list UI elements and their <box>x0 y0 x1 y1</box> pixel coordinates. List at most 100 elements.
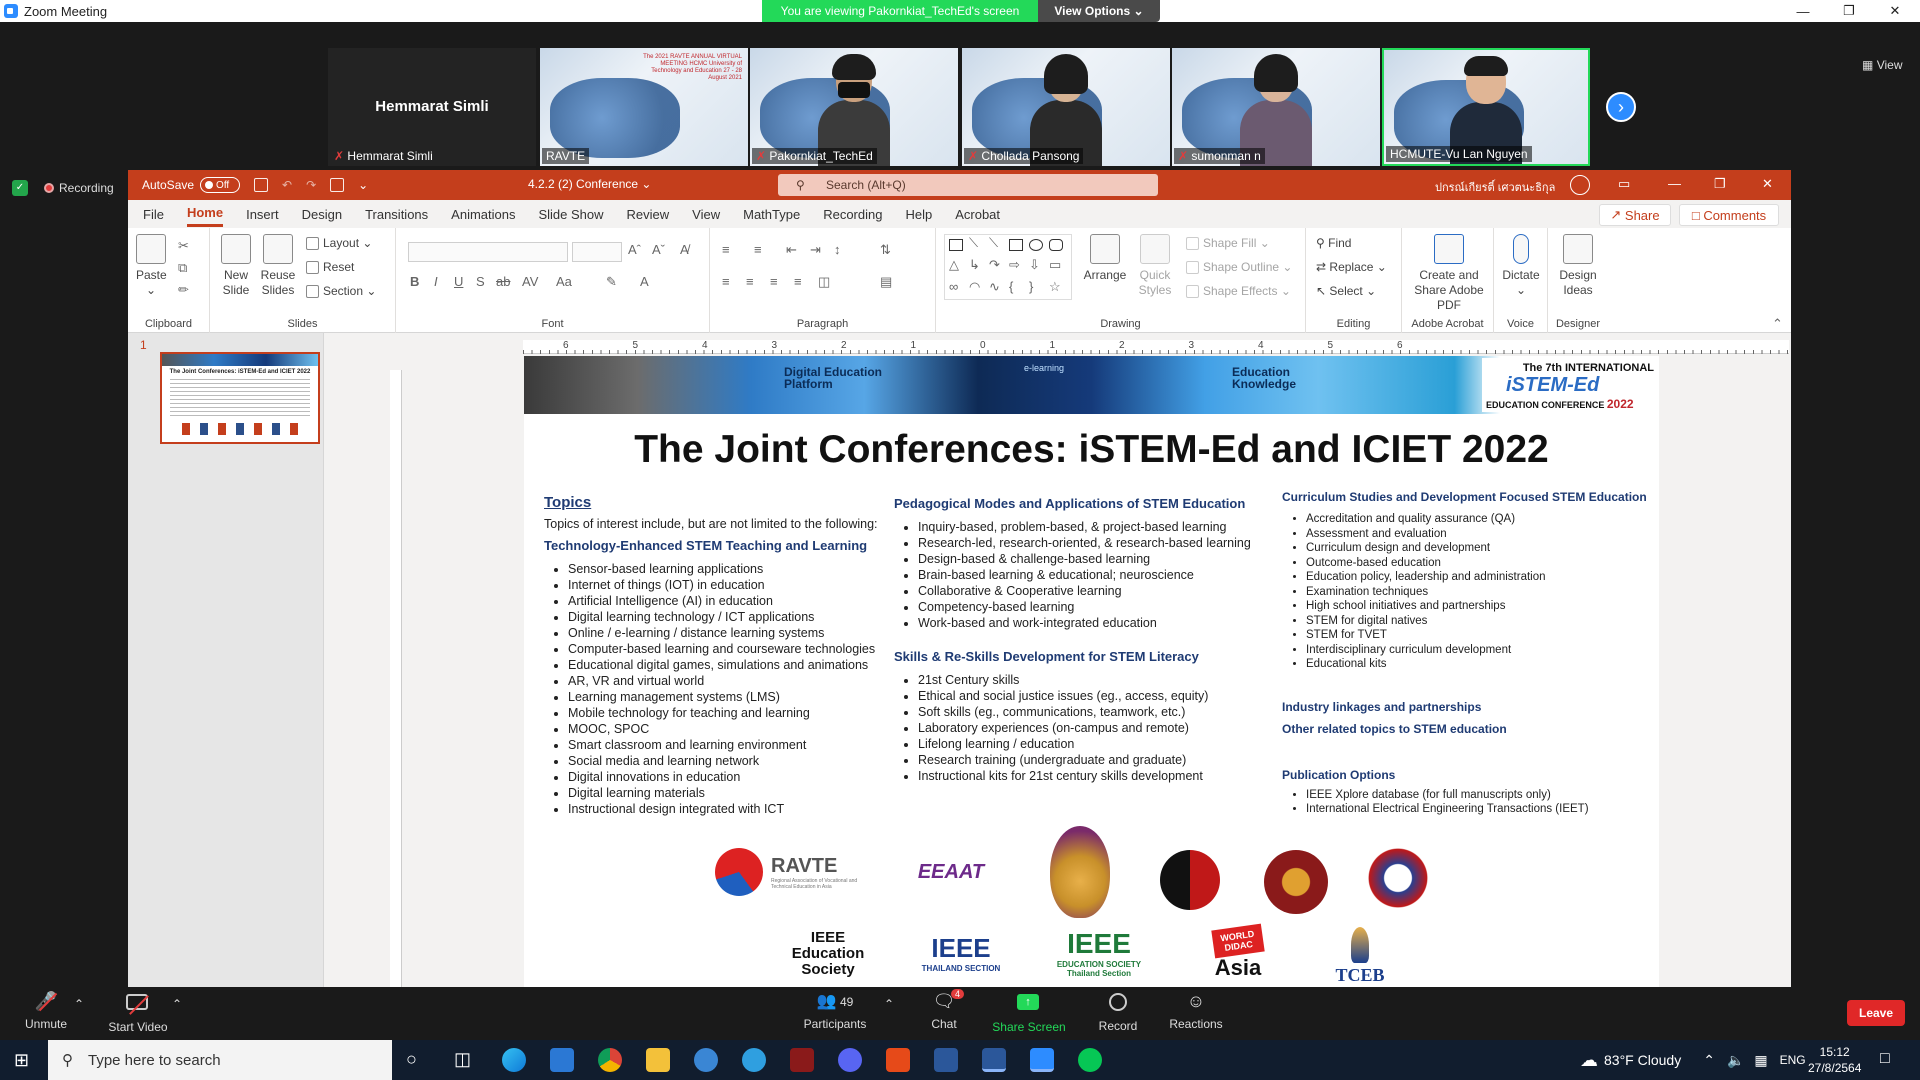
text-direction-icon[interactable]: ⇅ <box>880 242 891 258</box>
tab-view[interactable]: View <box>692 203 720 226</box>
new-slide-button[interactable]: New Slide <box>218 234 254 298</box>
font-color-icon[interactable]: A <box>640 274 649 289</box>
reset-button[interactable]: Reset <box>306 260 354 274</box>
participant-tile[interactable]: The 2021 RAVTE ANNUAL VIRTUAL MEETING HC… <box>540 48 748 166</box>
participant-tile[interactable]: ✗ Pakornkiat_TechEd <box>750 48 958 166</box>
elbow-shape-icon[interactable]: ↳ <box>969 257 980 273</box>
app-icon[interactable] <box>694 1048 718 1072</box>
tab-help[interactable]: Help <box>905 203 932 226</box>
customize-qat-icon[interactable]: ⌄ <box>358 178 368 192</box>
oval-shape-icon[interactable] <box>1029 239 1043 251</box>
network-icon[interactable]: ▦ <box>1754 1052 1767 1069</box>
security-shield-icon[interactable]: ✓ <box>12 180 28 196</box>
minimize-icon[interactable]: — <box>1780 0 1826 22</box>
bold-icon[interactable]: B <box>410 274 419 289</box>
increase-indent-icon[interactable]: ⇥ <box>810 242 821 258</box>
tab-animations[interactable]: Animations <box>451 203 515 226</box>
shape-fill-button[interactable]: Shape Fill ⌄ <box>1186 236 1270 250</box>
chrome-icon[interactable] <box>598 1048 622 1072</box>
reuse-slides-button[interactable]: Reuse Slides <box>260 234 296 298</box>
align-center-icon[interactable]: ≡ <box>746 274 754 289</box>
shapes-gallery[interactable]: ⟍ ⟍ △ ↳ ↷ ⇨ ⇩ ▭ ∞ ◠ ∿ { } ☆ <box>944 234 1072 300</box>
numbering-icon[interactable]: ≡ <box>754 242 762 257</box>
down-arrow-shape-icon[interactable]: ⇩ <box>1029 257 1040 273</box>
tab-insert[interactable]: Insert <box>246 203 279 226</box>
mail-icon[interactable] <box>550 1048 574 1072</box>
tab-home[interactable]: Home <box>186 201 224 227</box>
tab-review[interactable]: Review <box>627 203 670 226</box>
char-spacing-icon[interactable]: AV <box>522 274 538 289</box>
language-indicator[interactable]: ENG <box>1780 1053 1806 1067</box>
undo-icon[interactable]: ↶ <box>282 178 292 192</box>
start-video-button[interactable]: Start Video <box>106 991 170 1034</box>
right-arrow-shape-icon[interactable]: ⇨ <box>1009 257 1020 273</box>
columns-icon[interactable]: ◫ <box>818 274 830 290</box>
strikethrough-icon[interactable]: ab <box>496 274 510 289</box>
bullets-icon[interactable]: ≡ <box>722 242 730 257</box>
windows-start-icon[interactable]: ⊞ <box>14 1050 29 1071</box>
edge-icon[interactable] <box>502 1048 526 1072</box>
avatar[interactable] <box>1570 175 1590 195</box>
format-painter-icon[interactable]: ✏ <box>178 282 189 298</box>
replace-button[interactable]: ⇄ Replace ⌄ <box>1316 260 1387 274</box>
freeform-shape-icon[interactable]: ∞ <box>949 279 958 294</box>
participants-chevron-icon[interactable]: ⌃ <box>884 997 894 1011</box>
search-box[interactable]: ⚲ Search (Alt+Q) <box>778 174 1158 196</box>
arrow-line-shape-icon[interactable]: ⟍ <box>989 235 998 251</box>
tab-mathtype[interactable]: MathType <box>743 203 800 226</box>
flowchart-shape-icon[interactable]: ▭ <box>1049 257 1061 273</box>
find-button[interactable]: ⚲ Find <box>1316 236 1351 250</box>
shrink-font-icon[interactable]: Aˇ <box>652 242 665 257</box>
cut-icon[interactable]: ✂ <box>178 238 189 254</box>
document-name[interactable]: 4.2.2 (2) Conference ⌄ <box>528 177 651 191</box>
star-shape-icon[interactable]: ☆ <box>1049 279 1061 295</box>
clear-format-icon[interactable]: A̸ <box>680 242 689 257</box>
office-icon[interactable] <box>886 1048 910 1072</box>
restore-icon[interactable]: ❐ <box>1714 176 1726 192</box>
close-icon[interactable]: ✕ <box>1872 0 1918 22</box>
view-options-button[interactable]: View Options ⌄ <box>1038 0 1160 22</box>
tab-file[interactable]: File <box>143 203 164 226</box>
section-button[interactable]: Section ⌄ <box>306 284 376 298</box>
brace-right-shape-icon[interactable]: } <box>1029 279 1033 294</box>
layout-button[interactable]: Layout ⌄ <box>306 236 372 250</box>
arrange-button[interactable]: Arrange <box>1082 234 1128 283</box>
word-icon[interactable] <box>934 1048 958 1072</box>
autosave-toggle[interactable]: Off <box>200 177 241 193</box>
tab-acrobat[interactable]: Acrobat <box>955 203 1000 226</box>
highlight-icon[interactable]: ✎ <box>606 274 617 290</box>
dictate-button[interactable]: Dictate ⌄ <box>1498 234 1544 298</box>
rectangle-shape-icon[interactable] <box>1009 239 1023 251</box>
leave-button[interactable]: Leave <box>1847 1000 1905 1026</box>
comments-button[interactable]: □ Comments <box>1679 204 1779 226</box>
recording-indicator[interactable]: Recording <box>44 181 114 195</box>
restore-icon[interactable]: ❐ <box>1826 0 1872 22</box>
shadow-icon[interactable]: S <box>476 274 485 289</box>
notification-icon[interactable]: □ <box>1880 1050 1890 1068</box>
brace-left-shape-icon[interactable]: { <box>1009 279 1013 294</box>
arc-shape-icon[interactable]: ◠ <box>969 279 980 295</box>
justify-icon[interactable]: ≡ <box>794 274 802 289</box>
triangle-shape-icon[interactable]: △ <box>949 257 959 273</box>
tab-recording[interactable]: Recording <box>823 203 882 226</box>
wave-shape-icon[interactable]: ∿ <box>989 279 1000 295</box>
ribbon-display-icon[interactable]: ▭ <box>1618 176 1630 192</box>
clock[interactable]: 15:12 27/8/2564 <box>1808 1044 1861 1076</box>
align-text-icon[interactable]: ▤ <box>880 274 892 290</box>
decrease-indent-icon[interactable]: ⇤ <box>786 242 797 258</box>
minimize-icon[interactable]: — <box>1668 176 1681 191</box>
audio-options-chevron-icon[interactable]: ⌃ <box>74 997 84 1011</box>
app-icon[interactable] <box>790 1048 814 1072</box>
participant-tile[interactable]: Hemmarat Simli ✗ Hemmarat Simli <box>328 48 536 166</box>
participants-button[interactable]: 👥 49 Participants <box>798 991 872 1031</box>
task-view-icon[interactable]: ◫ <box>454 1049 471 1070</box>
line-spacing-icon[interactable]: ↕ <box>834 242 841 257</box>
taskbar-search-input[interactable]: ⚲ Type here to search <box>48 1040 392 1080</box>
video-options-chevron-icon[interactable]: ⌃ <box>172 997 182 1011</box>
tab-design[interactable]: Design <box>302 203 342 226</box>
chat-button[interactable]: 🗨 4 Chat <box>924 989 964 1031</box>
participant-tile-active-speaker[interactable]: HCMUTE-Vu Lan Nguyen <box>1382 48 1590 166</box>
app-icon[interactable] <box>742 1048 766 1072</box>
change-case-icon[interactable]: Aa <box>556 274 572 289</box>
tab-slide-show[interactable]: Slide Show <box>538 203 603 226</box>
